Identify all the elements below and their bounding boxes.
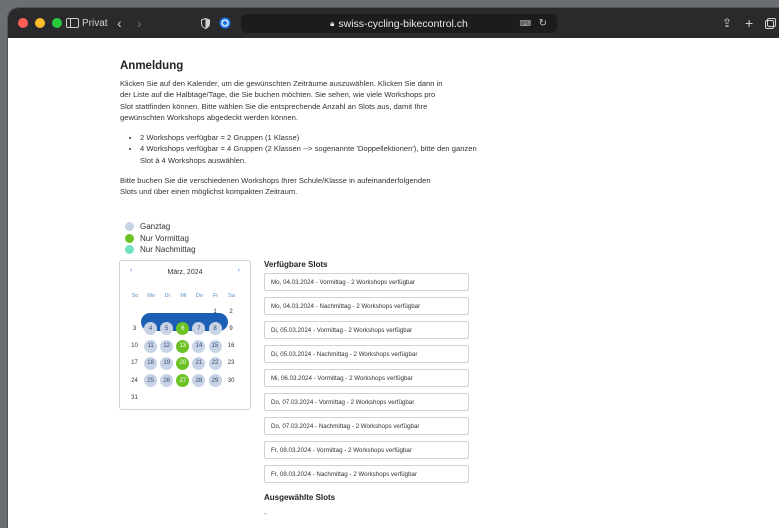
legend-label: Nur Nachmittag [140, 245, 196, 255]
weekday-label: Sa [228, 293, 236, 299]
slot-button[interactable]: Mo, 04.03.2024 - Vormittag - 2 Workshops… [264, 273, 469, 291]
calendar-day[interactable]: 20 [176, 356, 190, 370]
paragraph-line: gewünschten Workshops abgedeckt werden k… [120, 112, 299, 122]
legend-label: Ganztag [140, 222, 171, 232]
date-picker-calendar: ‹ März, 2024 › So Mo Di Mi Do Fr Sa 1234567891… [119, 260, 251, 410]
slot-button[interactable]: Fr, 08.03.2024 - Vormittag - 2 Workshops… [264, 441, 469, 459]
shield-icon[interactable] [201, 8, 210, 38]
slot-button[interactable]: Di, 05.03.2024 - Nachmittag - 2 Workshop… [264, 345, 469, 363]
paragraph-line: Slots und über einen möglichst kompakten… [120, 187, 298, 197]
calendar-day[interactable]: 21 [192, 356, 206, 370]
weekday-label: Fr [212, 293, 219, 299]
profile-label[interactable]: Privat [82, 8, 108, 38]
booking-hint-paragraph: Bitte buchen Sie die verschiedenen Works… [120, 175, 490, 198]
calendar-day[interactable]: 3 [128, 322, 141, 335]
legend-label: Nur Vormittag [140, 233, 189, 243]
calendar-day[interactable]: 11 [144, 339, 158, 353]
calendar-day[interactable]: 24 [128, 374, 141, 387]
calendar-day[interactable]: 18 [144, 356, 158, 370]
paragraph-line: der Liste auf die Halbtage/Tage, die Sie… [120, 90, 436, 100]
share-icon[interactable]: ⇪ [722, 8, 732, 38]
password-extension-icon[interactable] [219, 8, 231, 38]
weekday-label: So [131, 293, 139, 299]
list-item: 2 Workshops verfügbar = 2 Gruppen (1 Kla… [140, 132, 490, 143]
calendar-day[interactable]: 9 [225, 322, 238, 335]
legend-swatch [125, 222, 134, 232]
calendar-day[interactable]: 8 [208, 322, 222, 336]
new-tab-icon[interactable]: + [745, 8, 753, 38]
next-month-button[interactable]: › [238, 267, 240, 274]
minimize-window-button[interactable] [35, 18, 45, 28]
calendar-day[interactable]: 7 [192, 322, 206, 336]
weekday-label: Di [164, 293, 170, 299]
page-title: Anmeldung [120, 60, 184, 72]
available-slots-title: Verfügbare Slots [264, 260, 328, 269]
calendar-month-title: März, 2024 [167, 269, 203, 276]
lock-icon: 🔒︎ [330, 18, 335, 28]
page-content: Anmeldung Klicken Sie auf den Kalender, … [8, 38, 779, 528]
instructions-paragraph: Klicken Sie auf den Kalender, um die gew… [120, 78, 490, 123]
calendar-day[interactable]: 6 [176, 322, 190, 336]
calendar-header: ‹ März, 2024 › [120, 267, 250, 279]
legend-item: Nur Vormittag [125, 233, 196, 245]
calendar-day[interactable]: 2 [225, 305, 238, 318]
back-icon[interactable]: ‹ [117, 8, 122, 38]
legend-swatch [125, 233, 134, 243]
forward-icon[interactable]: › [137, 8, 142, 38]
calendar-day[interactable]: 17 [128, 357, 141, 370]
weekday-label: Mo [147, 293, 155, 299]
translate-icon[interactable]: ⌨ [519, 19, 531, 28]
list-item: 4 Workshops verfügbar = 4 Gruppen (2 Kla… [140, 143, 490, 166]
calendar-day[interactable]: 23 [225, 357, 238, 370]
paragraph-line: Bitte buchen Sie die verschiedenen Works… [120, 176, 431, 185]
zoom-window-button[interactable] [52, 18, 62, 28]
reload-icon[interactable]: ↻ [539, 18, 547, 29]
close-window-button[interactable] [18, 18, 28, 28]
calendar-day[interactable]: 14 [192, 339, 206, 353]
slot-button[interactable]: Fr, 08.03.2024 - Nachmittag - 2 Workshop… [264, 465, 469, 483]
calendar-day[interactable]: 29 [208, 374, 222, 388]
slot-button[interactable]: Do, 07.03.2024 - Nachmittag - 2 Workshop… [264, 417, 469, 435]
legend-swatch [125, 245, 134, 255]
url-text: swiss-cycling-bikecontrol.ch [338, 17, 468, 30]
calendar-day[interactable]: 30 [225, 374, 238, 387]
browser-toolbar: Privat ‹ › 🔒︎ swiss-cycling-bikecontrol.… [8, 8, 779, 38]
calendar-day[interactable]: 19 [160, 356, 174, 370]
slot-button[interactable]: Di, 05.03.2024 - Vormittag - 2 Workshops… [264, 321, 469, 339]
sidebar-toggle-icon[interactable] [66, 8, 79, 38]
tab-overview-icon[interactable] [765, 8, 776, 38]
legend-item: Nur Nachmittag [125, 244, 196, 256]
calendar-day[interactable]: 26 [160, 374, 174, 388]
address-bar[interactable]: 🔒︎ swiss-cycling-bikecontrol.ch ⌨ ↻ [241, 14, 557, 33]
slot-button[interactable]: Mi, 06.03.2024 - Vormittag - 2 Workshops… [264, 369, 469, 387]
selected-slots-value: - [264, 509, 267, 518]
weekday-label: Mi [180, 293, 187, 299]
legend-item: Ganztag [125, 221, 196, 233]
calendar-day[interactable]: 10 [128, 340, 141, 353]
calendar-day[interactable]: 25 [144, 374, 158, 388]
calendar-legend: Ganztag Nur Vormittag Nur Nachmittag [125, 221, 196, 256]
calendar-day[interactable]: 4 [144, 322, 158, 336]
calendar-day[interactable]: 5 [160, 322, 174, 336]
window-controls [18, 18, 62, 28]
workshop-rules-list: 2 Workshops verfügbar = 2 Gruppen (1 Kla… [120, 132, 490, 166]
weekday-label: Do [195, 293, 203, 299]
selected-slots-title: Ausgewählte Slots [264, 493, 336, 502]
calendar-day[interactable]: 31 [128, 392, 141, 405]
calendar-day[interactable]: 28 [192, 374, 206, 388]
calendar-day[interactable]: 22 [208, 356, 222, 370]
browser-window: Privat ‹ › 🔒︎ swiss-cycling-bikecontrol.… [8, 8, 779, 528]
calendar-day[interactable]: 15 [208, 339, 222, 353]
calendar-day[interactable]: 1 [209, 305, 222, 318]
paragraph-line: Klicken Sie auf den Kalender, um die gew… [120, 79, 443, 88]
calendar-day[interactable]: 16 [225, 340, 238, 353]
slot-button[interactable]: Do, 07.03.2024 - Vormittag - 2 Workshops… [264, 393, 469, 411]
calendar-day[interactable]: 12 [160, 339, 174, 353]
calendar-day[interactable]: 27 [176, 374, 190, 388]
paragraph-line: Slot stattfinden können. Bitte wählen Si… [120, 101, 428, 111]
calendar-day[interactable]: 13 [176, 339, 190, 353]
slot-button[interactable]: Mo, 04.03.2024 - Nachmittag - 2 Workshop… [264, 297, 469, 315]
